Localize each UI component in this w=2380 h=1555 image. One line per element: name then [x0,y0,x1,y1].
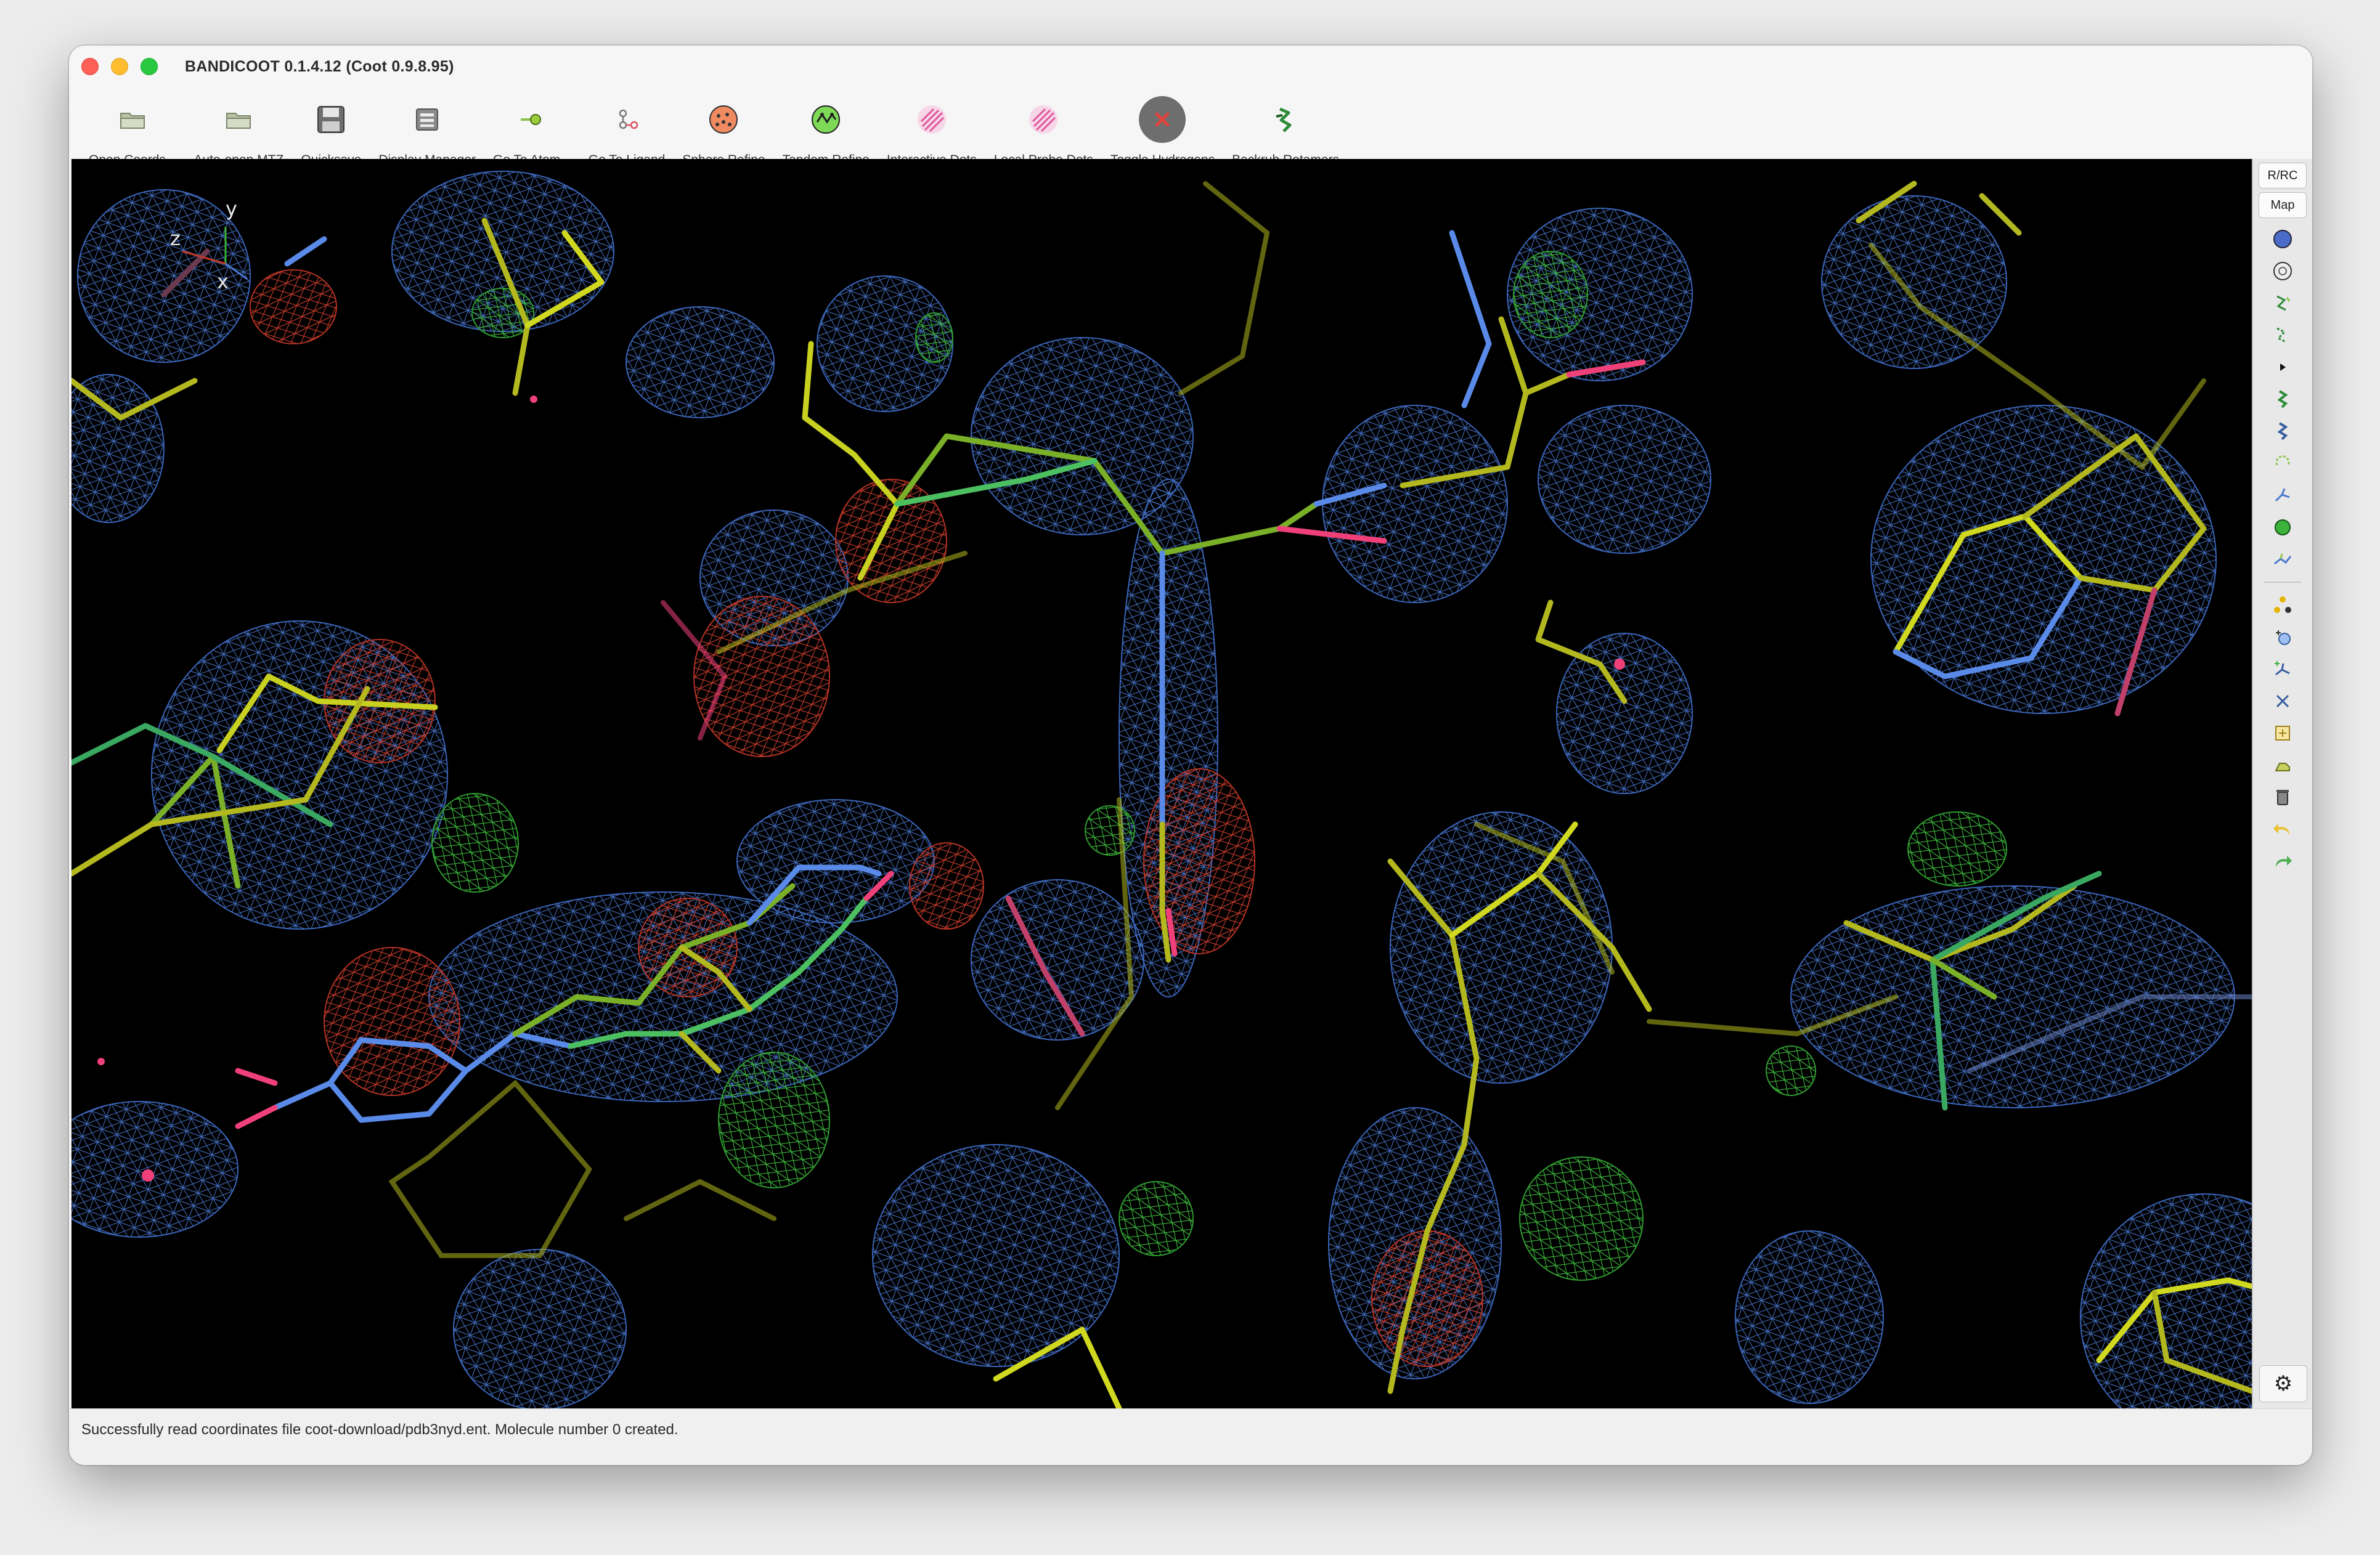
add-water-icon[interactable] [2267,717,2299,749]
trash-icon[interactable] [2267,781,2299,813]
title-bar: BANDICOOT 0.1.4.12 (Coot 0.9.8.95) [69,46,2312,87]
graphics-viewport[interactable]: y z x [71,159,2252,1408]
interactive-dots-button[interactable]: Interactive Dots [878,87,985,168]
open-coords-button[interactable]: Open Coords... [80,87,185,168]
maximize-window-button[interactable] [141,58,158,75]
tandem-refine-button[interactable]: Tandem Refine [774,87,878,168]
local-probe-dots-icon [1019,95,1068,144]
ligand-icon[interactable] [2267,749,2299,781]
window-controls [81,58,158,75]
rrc-button[interactable]: R/RC [2259,163,2307,189]
delete-icon[interactable] [2267,685,2299,717]
toggle-hydrogens-button[interactable]: Toggle Hydrogens [1102,87,1223,168]
sidechain-icon[interactable] [2267,543,2299,575]
sphere-outline-icon[interactable] [2267,255,2299,287]
floppy-disk-icon [306,95,356,144]
triangle-atoms-icon[interactable] [2267,589,2299,621]
axis-z-label: z [170,227,181,250]
torsion-icon[interactable] [2267,479,2299,511]
backrub-rotamers-icon [1261,95,1310,144]
folder-open-icon [108,95,157,144]
chain-dashed-icon[interactable] [2267,319,2299,351]
add-terminal-icon[interactable] [2267,653,2299,685]
sphere-refine-button[interactable]: Sphere Refine [674,87,773,168]
go-to-atom-button[interactable]: Go To Atom... [484,87,580,168]
folder-open-icon [214,95,263,144]
interactive-dots-icon [907,95,956,144]
undo-icon[interactable] [2267,813,2299,845]
gear-icon[interactable]: ⚙ [2259,1365,2307,1402]
sphere-refine-icon [699,95,748,144]
toggle-hydrogens-icon [1138,95,1187,144]
display-manager-button[interactable]: Display Manager [370,87,484,168]
axis-x-label: x [217,270,229,293]
axis-y-label: y [226,197,237,221]
rotamer-dashed-icon[interactable] [2267,447,2299,479]
auto-open-mtz-button[interactable]: Auto-open MTZ [185,87,292,168]
sidebar-icons-group-1 [2253,223,2312,575]
redo-icon[interactable] [2267,845,2299,877]
close-window-button[interactable] [81,58,99,75]
backrub-rotamers-button[interactable]: Backrub Rotamers [1223,87,1348,168]
minimize-window-button[interactable] [111,58,128,75]
tandem-refine-icon [801,95,850,144]
rotamer-icon[interactable] [2267,383,2299,415]
rotamer-alt-icon[interactable] [2267,415,2299,447]
display-manager-icon [402,95,452,144]
add-atom-icon[interactable] [2267,621,2299,653]
go-to-ligand-button[interactable]: Go To Ligand [580,87,674,168]
go-to-ligand-icon [602,95,651,144]
go-to-atom-icon [507,95,556,144]
status-bar: Successfully read coordinates file coot-… [69,1408,2312,1465]
green-ball-icon[interactable] [2267,511,2299,543]
quicksave-button[interactable]: Quicksave [292,87,370,168]
window-title: BANDICOOT 0.1.4.12 (Coot 0.9.8.95) [185,57,454,75]
play-triangle-icon[interactable] [2267,351,2299,383]
sidebar-separator [2264,582,2301,583]
chain-flip-icon[interactable] [2267,287,2299,319]
status-message: Successfully read coordinates file coot-… [81,1421,679,1438]
sidebar-icons-group-2 [2253,589,2312,877]
app-window: BANDICOOT 0.1.4.12 (Coot 0.9.8.95) Open … [69,46,2312,1465]
sphere-blue-icon[interactable] [2267,223,2299,255]
local-probe-dots-button[interactable]: Local Probe Dots [985,87,1102,168]
map-button[interactable]: Map [2259,192,2307,218]
molecule-canvas[interactable]: y z x [71,159,2252,1408]
right-tool-sidebar: R/RC Map ⚙ [2252,159,2312,1408]
